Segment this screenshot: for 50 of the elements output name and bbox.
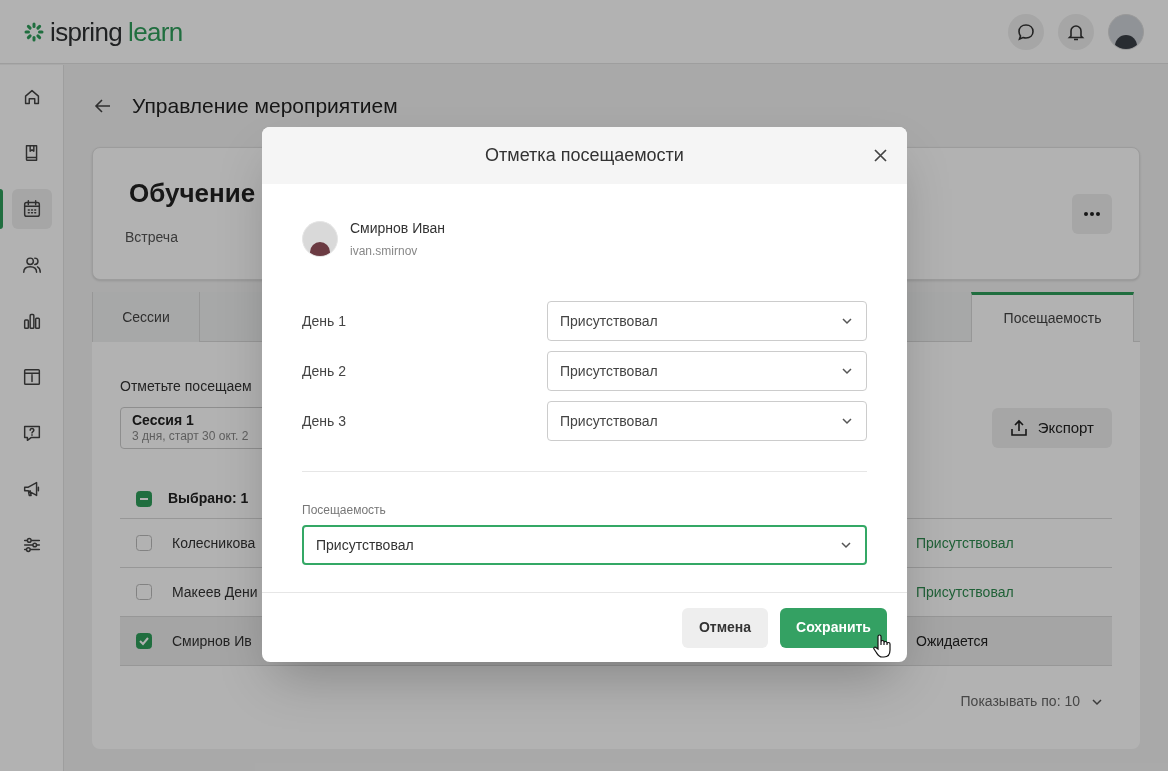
tab[interactable]: Сессии [92,292,200,342]
export-button[interactable]: Экспорт [991,408,1112,448]
active-indicator [0,189,3,229]
logo-text: ispring [50,18,123,45]
attendance-select[interactable]: Присутствовал [547,401,867,441]
day-label: День 3 [302,411,346,431]
event-title: Обучение [129,176,256,210]
tab[interactable]: Посещаемость [971,292,1134,342]
attendance-status: Присутствовал [916,533,1015,553]
checkbox[interactable] [136,535,152,551]
day-label: День 1 [302,311,346,331]
upload-icon [1009,419,1028,437]
participant-name: Макеев Дени [172,582,258,602]
close-icon[interactable] [874,149,887,162]
attendance-select[interactable]: Присутствовал [547,301,867,341]
day-label: День 2 [302,361,346,381]
cancel-button[interactable]: Отмена [682,607,768,648]
event-type: Встреча [125,227,179,247]
attendance-select[interactable]: Присутствовал [547,351,867,391]
people-icon [20,254,43,276]
selected-count: Выбрано: 1 [168,489,249,508]
participant-name: Смирнов Ив [172,631,252,651]
hand-cursor-icon [873,634,891,658]
logo-icon [24,21,44,42]
page-title: Управление мероприятием [132,93,398,120]
session-subtitle: 3 дня, старт 30 окт. 2 [132,429,250,445]
more-icon [1084,211,1100,216]
user-name: Смирнов Иван [350,219,446,238]
more-button[interactable] [1072,193,1112,234]
checkbox[interactable] [136,633,152,649]
user-login: ivan.smirnov [350,243,419,260]
checkbox[interactable] [136,584,152,600]
instruction-text: Отметьте посещаем [120,377,253,396]
checkbox[interactable] [136,490,152,507]
participant-name: Колесникова [172,533,256,553]
page-size-select[interactable]: Показывать по: 10 [960,691,1104,712]
logo-text: learn [128,18,183,45]
attendance-select[interactable]: Присутствовал [302,525,867,565]
user-avatar [302,221,338,257]
attendance-status: Присутствовал [916,582,1015,602]
field-label: Посещаемость [302,502,387,519]
user-avatar[interactable] [1108,13,1144,50]
session-title: Сессия 1 [132,411,195,430]
calendar-nav-button[interactable] [11,189,52,229]
chat-button[interactable] [1008,13,1044,50]
notifications-button[interactable] [1058,13,1094,50]
chat-bubble-icon [1016,21,1036,42]
back-arrow-icon[interactable] [94,97,112,115]
dialog-title: Отметка посещаемости [485,144,684,167]
attendance-status: Ожидается [916,631,990,651]
